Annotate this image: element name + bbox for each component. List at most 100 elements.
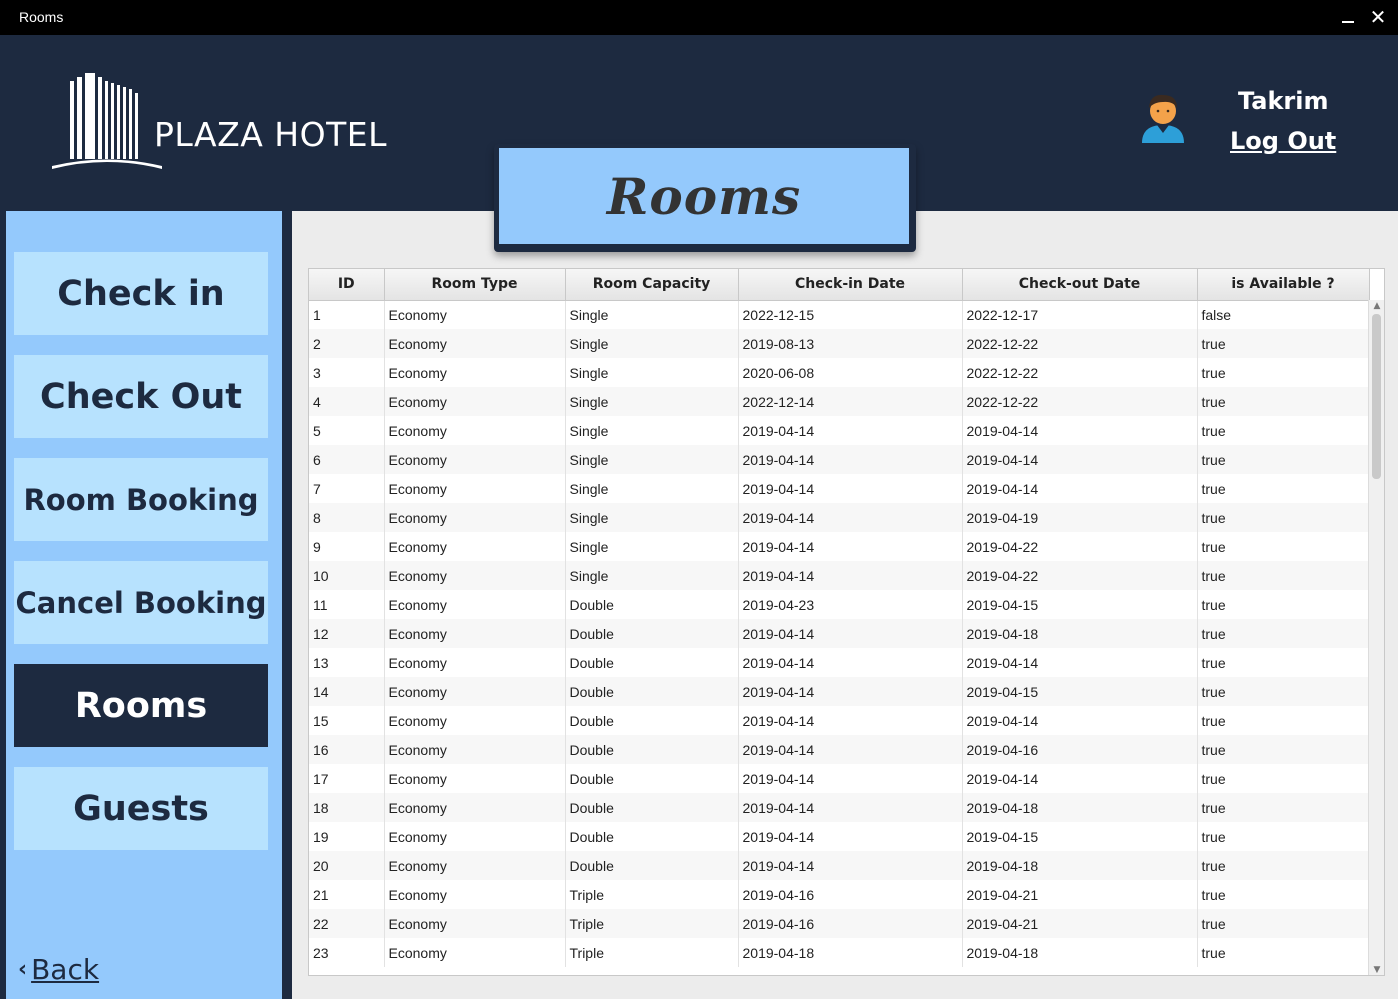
- table-cell: true: [1197, 851, 1370, 880]
- table-cell: 2019-04-19: [962, 503, 1198, 532]
- logout-link[interactable]: Log Out: [1230, 127, 1336, 155]
- sidebar-item-room-booking[interactable]: Room Booking: [14, 458, 268, 541]
- table-cell: true: [1197, 619, 1370, 648]
- table-row[interactable]: 1 Economy Single 2022-12-15 2022-12-17 false: [309, 300, 1370, 329]
- window-title: Rooms: [19, 9, 64, 25]
- close-icon: ✕: [1369, 5, 1387, 29]
- scrollbar-thumb[interactable]: [1372, 314, 1381, 479]
- table-row[interactable]: 14 Economy Double 2019-04-14 2019-04-15 true: [309, 677, 1370, 706]
- table-cell: 12: [309, 619, 385, 648]
- table-cell: Economy: [384, 358, 566, 387]
- table-cell: true: [1197, 387, 1370, 416]
- sidebar-item-check-in[interactable]: Check in: [14, 252, 268, 335]
- table-row[interactable]: 12 Economy Double 2019-04-14 2019-04-18 true: [309, 619, 1370, 648]
- table-cell: true: [1197, 909, 1370, 938]
- table-cell: true: [1197, 474, 1370, 503]
- table-row[interactable]: 7 Economy Single 2019-04-14 2019-04-14 true: [309, 474, 1370, 503]
- table-cell: Economy: [384, 793, 566, 822]
- table-cell: 2019-04-14: [962, 474, 1198, 503]
- table-cell: Single: [565, 358, 739, 387]
- table-cell: Double: [565, 764, 739, 793]
- rooms-table[interactable]: ID Room Type Room Capacity Check-in Date Che…: [308, 268, 1385, 976]
- table-cell: Economy: [384, 590, 566, 619]
- table-cell: Economy: [384, 619, 566, 648]
- table-cell: 2019-04-16: [738, 880, 963, 909]
- table-cell: Triple: [565, 938, 739, 967]
- table-row[interactable]: 15 Economy Double 2019-04-14 2019-04-14 true: [309, 706, 1370, 735]
- table-cell: 2019-04-18: [962, 851, 1198, 880]
- back-link[interactable]: ‹ Back: [18, 953, 99, 986]
- table-cell: 13: [309, 648, 385, 677]
- sidebar-item-check-out[interactable]: Check Out: [14, 355, 268, 438]
- table-row[interactable]: 21 Economy Triple 2019-04-16 2019-04-21 true: [309, 880, 1370, 909]
- table-cell: Triple: [565, 909, 739, 938]
- table-cell: 11: [309, 590, 385, 619]
- table-row[interactable]: 3 Economy Single 2020-06-08 2022-12-22 true: [309, 358, 1370, 387]
- sidebar-panel: Check in Check Out Room Booking Cancel B…: [6, 211, 282, 999]
- table-cell: Single: [565, 503, 739, 532]
- table-row[interactable]: 22 Economy Triple 2019-04-16 2019-04-21 true: [309, 909, 1370, 938]
- table-cell: 21: [309, 880, 385, 909]
- column-header[interactable]: ID: [309, 269, 385, 301]
- table-cell: Economy: [384, 416, 566, 445]
- table-cell: 2019-04-14: [738, 561, 963, 590]
- table-row[interactable]: 4 Economy Single 2022-12-14 2022-12-22 true: [309, 387, 1370, 416]
- table-cell: true: [1197, 706, 1370, 735]
- column-header[interactable]: Check-in Date: [738, 269, 963, 301]
- table-row[interactable]: 5 Economy Single 2019-04-14 2019-04-14 true: [309, 416, 1370, 445]
- table-cell: Economy: [384, 764, 566, 793]
- sidebar-item-guests[interactable]: Guests: [14, 767, 268, 850]
- close-button[interactable]: ✕: [1366, 4, 1390, 30]
- table-row[interactable]: 13 Economy Double 2019-04-14 2019-04-14 true: [309, 648, 1370, 677]
- table-row[interactable]: 9 Economy Single 2019-04-14 2019-04-22 true: [309, 532, 1370, 561]
- table-cell: 2019-04-15: [962, 822, 1198, 851]
- table-cell: Single: [565, 329, 739, 358]
- table-cell: 2019-04-14: [738, 474, 963, 503]
- table-cell: Economy: [384, 300, 566, 329]
- table-cell: 2019-04-15: [962, 590, 1198, 619]
- table-cell: 17: [309, 764, 385, 793]
- table-row[interactable]: 2 Economy Single 2019-08-13 2022-12-22 true: [309, 329, 1370, 358]
- vertical-scrollbar[interactable]: ▲ ▼: [1368, 300, 1384, 975]
- table-cell: 18: [309, 793, 385, 822]
- table-cell: 2019-04-14: [738, 619, 963, 648]
- column-header[interactable]: Room Type: [384, 269, 566, 301]
- table-row[interactable]: 8 Economy Single 2019-04-14 2019-04-19 true: [309, 503, 1370, 532]
- table-row[interactable]: 19 Economy Double 2019-04-14 2019-04-15 true: [309, 822, 1370, 851]
- table-body: 1 Economy Single 2022-12-15 2022-12-17 false 2…: [309, 300, 1370, 967]
- table-cell: 2022-12-22: [962, 358, 1198, 387]
- table-cell: true: [1197, 445, 1370, 474]
- minimize-button[interactable]: [1336, 4, 1360, 30]
- table-row[interactable]: 17 Economy Double 2019-04-14 2019-04-14 true: [309, 764, 1370, 793]
- table-cell: true: [1197, 764, 1370, 793]
- table-row[interactable]: 18 Economy Double 2019-04-14 2019-04-18 true: [309, 793, 1370, 822]
- table-cell: Single: [565, 532, 739, 561]
- column-header[interactable]: is Available ?: [1197, 269, 1370, 301]
- table-row[interactable]: 6 Economy Single 2019-04-14 2019-04-14 true: [309, 445, 1370, 474]
- table-cell: 2019-04-14: [738, 677, 963, 706]
- table-cell: 2019-04-14: [962, 445, 1198, 474]
- table-cell: 15: [309, 706, 385, 735]
- table-cell: 8: [309, 503, 385, 532]
- table-cell: Economy: [384, 561, 566, 590]
- table-row[interactable]: 11 Economy Double 2019-04-23 2019-04-15 true: [309, 590, 1370, 619]
- table-row[interactable]: 20 Economy Double 2019-04-14 2019-04-18 true: [309, 851, 1370, 880]
- table-cell: Single: [565, 445, 739, 474]
- sidebar-item-rooms[interactable]: Rooms: [14, 664, 268, 747]
- column-header[interactable]: Room Capacity: [565, 269, 739, 301]
- table-cell: Double: [565, 648, 739, 677]
- sidebar-item-cancel-booking[interactable]: Cancel Booking: [14, 561, 268, 644]
- table-cell: 2019-04-14: [738, 503, 963, 532]
- column-header[interactable]: Check-out Date: [962, 269, 1198, 301]
- table-cell: 2022-12-15: [738, 300, 963, 329]
- table-cell: 2019-04-18: [738, 938, 963, 967]
- table-row[interactable]: 16 Economy Double 2019-04-14 2019-04-16 true: [309, 735, 1370, 764]
- sidebar: Check in Check Out Room Booking Cancel B…: [0, 211, 292, 999]
- table-row[interactable]: 23 Economy Triple 2019-04-18 2019-04-18 true: [309, 938, 1370, 967]
- table-row[interactable]: 10 Economy Single 2019-04-14 2019-04-22 true: [309, 561, 1370, 590]
- table-cell: 2019-04-14: [738, 793, 963, 822]
- scroll-down-icon[interactable]: ▼: [1372, 965, 1382, 975]
- table-cell: 2019-04-14: [962, 706, 1198, 735]
- scroll-up-icon[interactable]: ▲: [1372, 301, 1382, 311]
- table-cell: true: [1197, 590, 1370, 619]
